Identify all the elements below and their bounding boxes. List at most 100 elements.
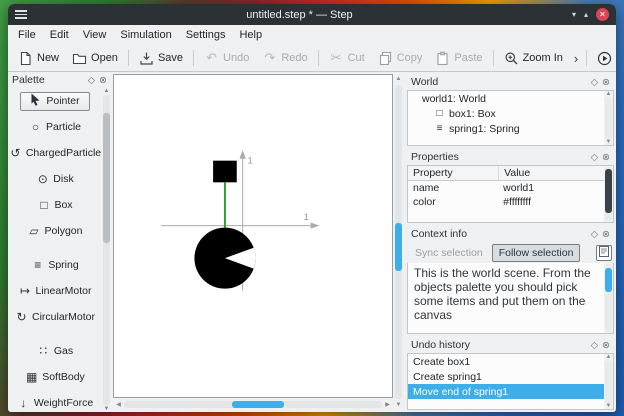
copy-button[interactable]: Copy [372,48,429,69]
scroll-up-icon[interactable]: ▲ [104,88,110,94]
save-button[interactable]: Save [133,48,189,69]
menu-help[interactable]: Help [232,27,269,43]
palette-item-spring[interactable]: ≡ Spring [8,252,102,278]
palette-item-softbody[interactable]: ▦ SoftBody [8,364,102,390]
x-axis-unit-label: 1 [304,212,309,222]
tree-item-world1[interactable]: world1: World [408,91,613,106]
toolbar-separator [127,50,129,66]
context-info-text-area: This is the world scene. From the object… [407,263,614,334]
simulate-button[interactable]: Simulate ▾ [591,48,616,69]
properties-scrollbar[interactable] [604,166,613,222]
undo-icon: ↶ [206,50,217,65]
float-panel-icon[interactable]: ◇ [591,77,598,88]
menu-settings[interactable]: Settings [179,27,233,43]
scrollbar-thumb[interactable] [605,268,612,292]
maximize-button[interactable]: ▴ [584,10,588,19]
palette-item-gas[interactable]: ∷ Gas [8,338,102,364]
menu-view[interactable]: View [76,27,114,43]
float-panel-icon[interactable]: ◇ [88,75,95,86]
close-panel-icon[interactable]: ⊗ [602,152,610,163]
save-icon [139,51,154,66]
sync-selection-button[interactable]: Sync selection [409,245,489,261]
close-panel-icon[interactable]: ⊗ [602,340,610,351]
charged-particle-icon: ↺ [10,146,21,160]
undo-button[interactable]: ↶ Undo [198,48,255,69]
close-panel-icon[interactable]: ⊗ [99,75,107,86]
property-row-name[interactable]: name world1 [408,181,604,195]
palette-item-linearmotor[interactable]: ↦ LinearMotor [8,278,102,304]
undo-history-scrollbar[interactable]: ▲ ▼ [604,354,613,409]
main-toolbar: New Open Save ↶ Undo ↷ Redo ✂ Cut Copy P… [8,45,616,72]
menu-edit[interactable]: Edit [43,27,76,43]
toolbar-separator [193,50,195,66]
redo-button[interactable]: ↷ Redo [256,48,313,69]
undo-history-header: Undo history ◇ ⊗ [411,339,610,351]
scroll-up-icon[interactable]: ▲ [606,354,612,360]
float-panel-icon[interactable]: ◇ [591,340,598,351]
tree-item-spring1[interactable]: ≡ spring1: Spring [408,121,613,136]
box1-object [213,160,237,183]
undo-item-create-spring1[interactable]: Create spring1 [408,369,604,384]
toolbar-separator [492,50,494,66]
palette-item-disk[interactable]: ⊙ Disk [8,166,102,192]
undo-history-panel: Undo history ◇ ⊗ Create box1 Create spri… [407,337,614,410]
close-panel-icon[interactable]: ⊗ [602,229,610,240]
world-canvas[interactable]: 1 1 [113,74,393,398]
palette-item-circularmotor[interactable]: ↻ CircularMotor [8,304,102,330]
scroll-down-icon[interactable]: ▼ [104,406,110,412]
paste-button[interactable]: Paste [429,48,488,69]
palette-list: Pointer ○ Particle ↺ ChargedParticle ⊙ D… [8,88,111,412]
scrollbar-thumb[interactable] [395,223,402,272]
copy-icon [378,51,393,66]
new-button[interactable]: New [12,48,65,69]
scene-area: 1 1 ◀ ▶ ▲ ▼ [111,72,404,412]
palette-item-particle[interactable]: ○ Particle [8,114,102,140]
canvas-vertical-scrollbar[interactable]: ▲ ▼ [393,74,404,410]
scrollbar-thumb[interactable] [605,169,612,213]
world-scrollbar[interactable]: ▲ ▼ [604,91,613,145]
redo-icon: ↷ [264,50,276,65]
scrollbar-thumb[interactable] [232,401,285,408]
palette-item-chargedparticle[interactable]: ↺ ChargedParticle [8,140,102,166]
close-panel-icon[interactable]: ⊗ [602,77,610,88]
tree-item-box1[interactable]: □ box1: Box [408,106,613,121]
toolbar-separator [586,50,588,66]
open-button[interactable]: Open [66,48,124,69]
follow-selection-button[interactable]: Follow selection [491,243,581,262]
context-info-header: Context info ◇ ⊗ [411,228,610,240]
palette-item-pointer[interactable]: Pointer [8,88,102,114]
palette-item-polygon[interactable]: ▱ Polygon [8,218,102,244]
close-button[interactable]: ✕ [596,8,609,21]
undo-item-create-box1[interactable]: Create box1 [408,354,604,369]
scroll-down-icon[interactable]: ▼ [606,403,612,409]
particle-icon: ○ [31,120,40,134]
scroll-up-icon[interactable]: ▲ [606,91,612,97]
undo-item-move-end-of-spring1[interactable]: Move end of spring1 [408,384,604,399]
palette-item-box[interactable]: □ Box [8,192,102,218]
scroll-up-icon[interactable]: ▲ [396,74,402,84]
zoom-in-button[interactable]: Zoom In [498,48,569,69]
menu-simulation[interactable]: Simulation [113,27,178,43]
context-info-scrollbar[interactable] [604,263,613,333]
scrollbar-thumb[interactable] [103,113,110,243]
canvas-horizontal-scrollbar[interactable]: ◀ ▶ [113,399,393,410]
menu-file[interactable]: File [11,27,43,43]
scroll-down-icon[interactable]: ▼ [606,139,612,145]
scroll-right-icon[interactable]: ▶ [382,401,393,408]
scroll-down-icon[interactable]: ▼ [396,400,402,410]
float-panel-icon[interactable]: ◇ [591,152,598,163]
properties-panel: Properties ◇ ⊗ Property Value name world… [407,149,614,223]
property-row-color[interactable]: color #ffffffff [408,195,604,209]
main-area: Palette ◇ ⊗ Pointer ○ Particle ↺ Charged… [8,72,616,412]
open-in-browser-button[interactable] [596,244,612,261]
minimize-button[interactable]: ▾ [572,10,576,19]
properties-table: Property Value name world1 color #ffffff… [407,165,614,223]
palette-item-weightforce[interactable]: ↓ WeightForce [8,390,102,412]
scroll-left-icon[interactable]: ◀ [113,401,124,408]
palette-scrollbar[interactable]: ▲ ▼ [102,88,111,412]
app-menu-icon[interactable] [15,10,27,19]
float-panel-icon[interactable]: ◇ [591,229,598,240]
titlebar[interactable]: untitled.step * — Step ▾ ▴ ✕ [8,4,616,25]
toolbar-overflow-chevron[interactable]: › [570,51,582,66]
cut-button[interactable]: ✂ Cut [323,48,371,69]
